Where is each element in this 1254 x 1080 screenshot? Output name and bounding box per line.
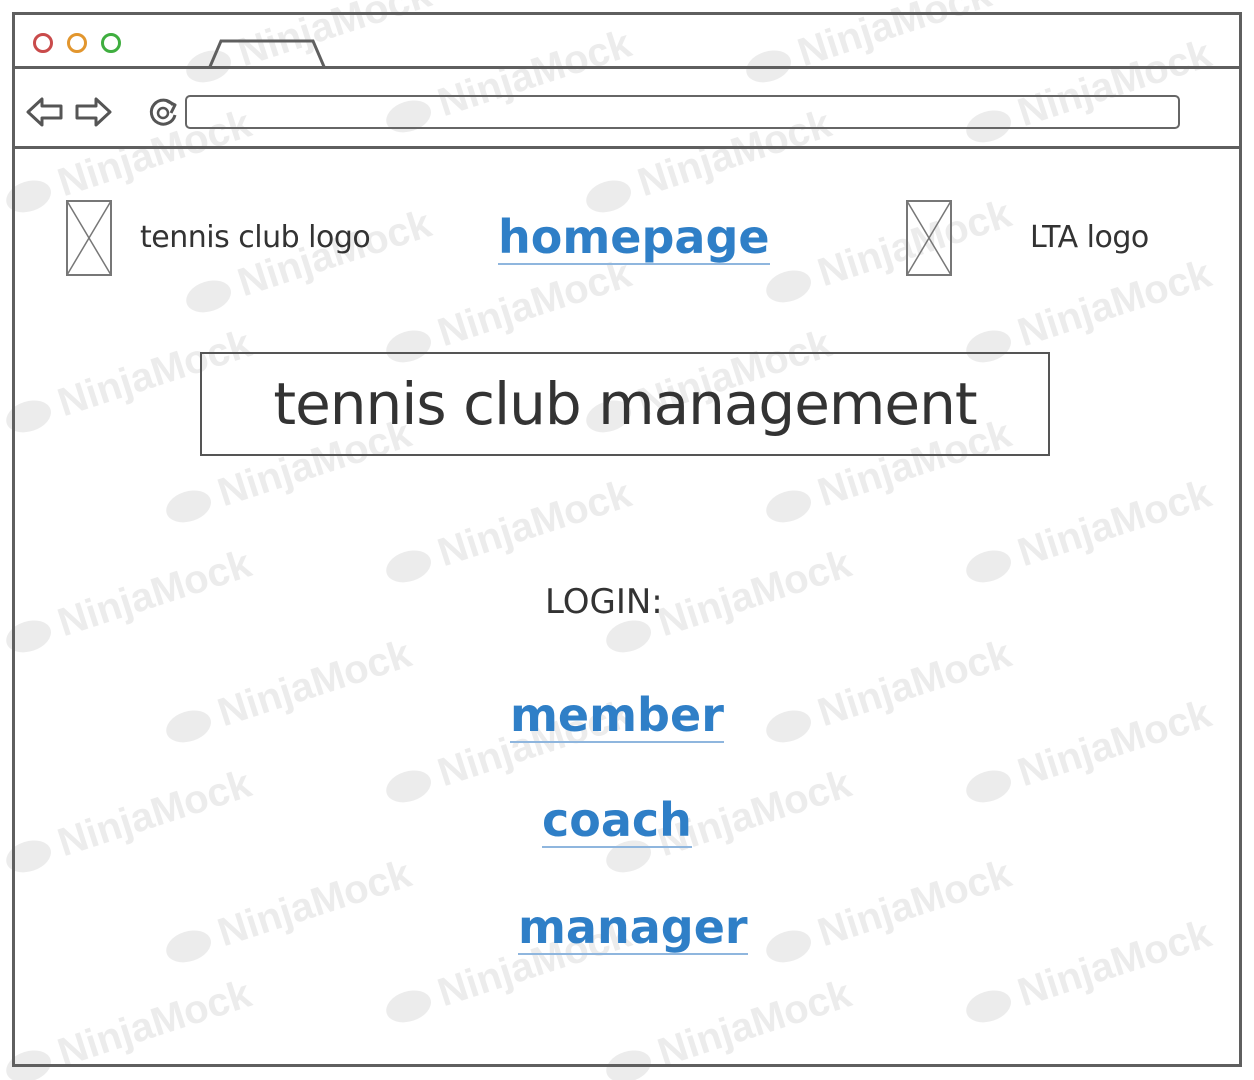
homepage-link[interactable]: homepage [498,212,770,265]
address-bar [15,69,1239,149]
close-window-icon[interactable] [33,33,53,53]
manager-login-link[interactable]: manager [518,902,748,955]
page-title: tennis club management [273,370,977,438]
member-login-link[interactable]: member [510,690,724,743]
refresh-icon[interactable] [145,95,181,131]
maximize-window-icon[interactable] [101,33,121,53]
browser-titlebar [15,15,1239,69]
page-title-box: tennis club management [200,352,1050,456]
url-input[interactable] [185,95,1180,129]
browser-tab[interactable] [207,39,327,69]
login-label: LOGIN: [545,582,663,622]
coach-login-link[interactable]: coach [542,795,692,848]
forward-arrow-icon[interactable] [73,95,113,129]
tennis-club-logo-image [66,200,112,276]
back-arrow-icon[interactable] [25,95,65,129]
tennis-club-logo-label: tennis club logo [140,220,371,255]
lta-logo-label: LTA logo [1030,220,1149,255]
lta-logo-image [906,200,952,276]
minimize-window-icon[interactable] [67,33,87,53]
